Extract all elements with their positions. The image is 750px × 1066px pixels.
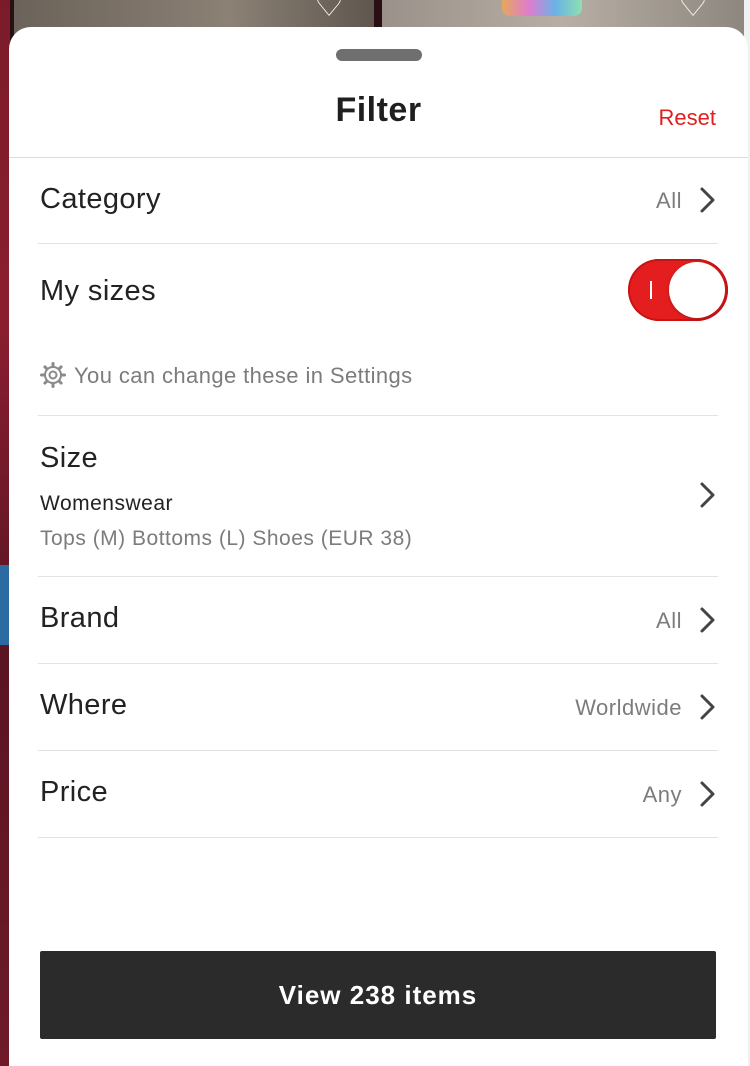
filter-row-price[interactable]: Price Any xyxy=(38,751,718,838)
sheet-header: Filter Reset xyxy=(9,27,748,158)
price-value: Any xyxy=(642,782,682,807)
drag-handle[interactable] xyxy=(336,49,422,61)
where-label: Where xyxy=(40,689,128,721)
category-value: All xyxy=(656,188,682,213)
filter-sheet: Filter Reset Category All My sizes You c… xyxy=(9,27,748,1066)
filter-row-brand[interactable]: Brand All xyxy=(38,577,718,664)
size-group: Womenswear xyxy=(40,492,173,515)
filter-row-category[interactable]: Category All xyxy=(38,158,718,244)
toggle-knob xyxy=(669,262,725,318)
my-sizes-label: My sizes xyxy=(40,275,156,307)
chevron-right-icon xyxy=(698,186,718,214)
chevron-right-icon xyxy=(698,481,718,509)
chevron-right-icon xyxy=(698,606,718,634)
gear-icon xyxy=(40,362,66,394)
settings-hint-text: You can change these in Settings xyxy=(74,363,413,388)
brand-value: All xyxy=(656,608,682,633)
toggle-on-indicator xyxy=(650,281,652,299)
page-title: Filter xyxy=(335,91,422,129)
my-sizes-toggle[interactable] xyxy=(628,259,728,321)
brand-label: Brand xyxy=(40,602,120,634)
size-label: Size xyxy=(40,442,99,474)
thumbnail-image xyxy=(502,0,582,16)
reset-button[interactable]: Reset xyxy=(659,105,716,131)
chevron-right-icon xyxy=(698,693,718,721)
view-items-button[interactable]: View 238 items xyxy=(40,951,716,1039)
filter-row-size[interactable]: Size Womenswear Tops (M) Bottoms (L) Sho… xyxy=(38,416,718,577)
settings-hint: You can change these in Settings xyxy=(40,362,413,394)
size-details: Tops (M) Bottoms (L) Shoes (EUR 38) xyxy=(40,527,413,550)
filter-row-where[interactable]: Where Worldwide xyxy=(38,664,718,751)
category-label: Category xyxy=(40,183,161,215)
filter-row-my-sizes: My sizes You can change these in Setting… xyxy=(38,244,728,416)
price-label: Price xyxy=(40,776,109,808)
heart-icon[interactable]: ♡ xyxy=(310,0,348,24)
heart-icon[interactable]: ♡ xyxy=(674,0,712,24)
where-value: Worldwide xyxy=(575,695,682,720)
chevron-right-icon xyxy=(698,780,718,808)
